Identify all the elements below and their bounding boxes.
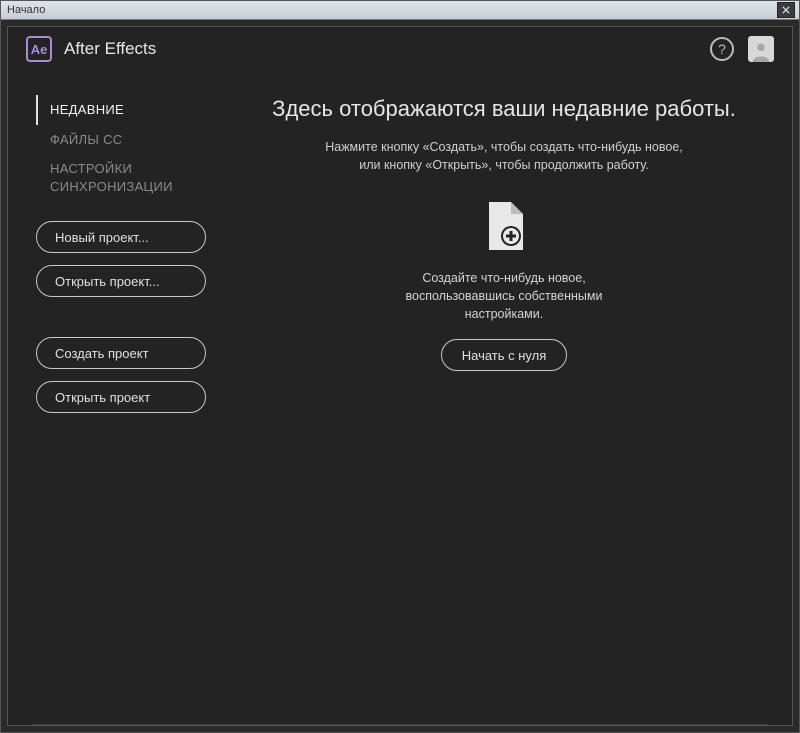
window-title: Начало [5,4,777,16]
app-title: After Effects [64,39,156,59]
app-logo-text: Ae [31,42,48,57]
main-heading: Здесь отображаются ваши недавние работы. [272,95,736,124]
user-icon [750,40,772,62]
account-avatar[interactable] [748,36,774,62]
app-frame: Ae After Effects ? НЕДАВНИЕ ФАЙЛЫ CC НАС… [7,26,793,726]
close-icon [782,6,790,14]
help-button[interactable]: ? [710,37,734,61]
new-file-icon [483,202,525,255]
window-close-button[interactable] [777,2,795,18]
sidebar-tab-recent[interactable]: НЕДАВНИЕ [36,95,236,125]
sidebar-button-group-primary: Новый проект... Открыть проект... [36,221,236,309]
create-project-button[interactable]: Создать проект [36,337,206,369]
main-subtitle: Нажмите кнопку «Создать», чтобы создать … [314,138,694,174]
os-titlebar: Начало [1,1,799,20]
start-window: Начало Ae After Effects ? НЕДАВНИЕ ФАЙЛЫ… [0,0,800,733]
app-header: Ae After Effects ? [8,27,792,71]
sidebar-button-group-secondary: Создать проект Открыть проект [36,337,236,425]
divider [32,724,768,725]
sidebar-tab-cc-files[interactable]: ФАЙЛЫ CC [36,125,236,155]
main-instruction: Создайте что-нибудь новое, воспользовавш… [404,269,604,323]
content-area: НЕДАВНИЕ ФАЙЛЫ CC НАСТРОЙКИ СИНХРОНИЗАЦИ… [8,71,792,698]
open-project-button[interactable]: Открыть проект... [36,265,206,297]
new-project-button[interactable]: Новый проект... [36,221,206,253]
open-project-button-2[interactable]: Открыть проект [36,381,206,413]
sidebar: НЕДАВНИЕ ФАЙЛЫ CC НАСТРОЙКИ СИНХРОНИЗАЦИ… [36,95,236,698]
sidebar-tab-sync-settings[interactable]: НАСТРОЙКИ СИНХРОНИЗАЦИИ [36,154,236,201]
help-icon: ? [718,41,726,57]
main-panel: Здесь отображаются ваши недавние работы.… [236,95,772,698]
start-from-scratch-button[interactable]: Начать с нуля [441,339,568,371]
app-logo: Ae [26,36,52,62]
